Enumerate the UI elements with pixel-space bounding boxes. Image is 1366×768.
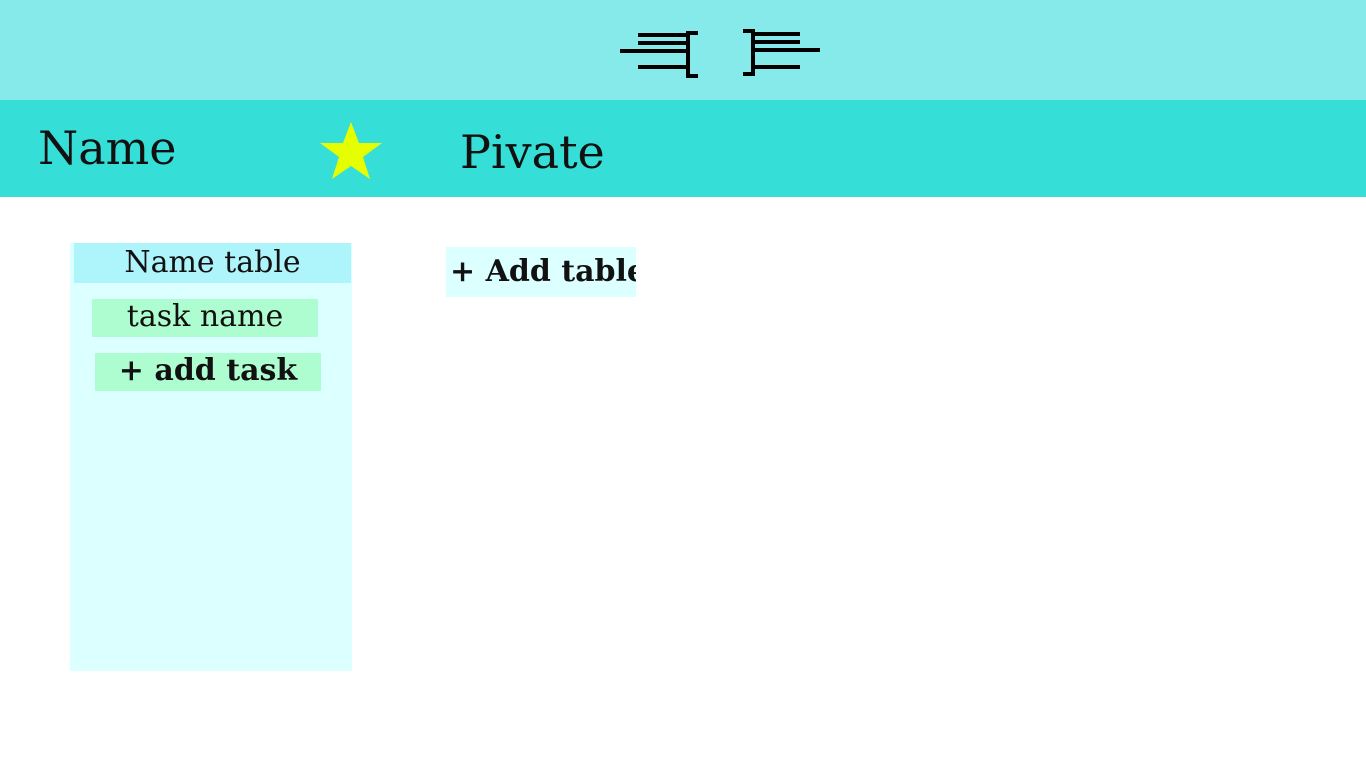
task-card[interactable]: task name bbox=[92, 299, 318, 337]
board-name[interactable]: Name bbox=[38, 118, 177, 178]
board-visibility[interactable]: Pivate bbox=[460, 122, 605, 182]
board-header bbox=[0, 100, 1366, 197]
star-icon[interactable] bbox=[318, 120, 384, 182]
add-table-button[interactable]: + Add table bbox=[446, 247, 636, 297]
add-task-button[interactable]: + add task bbox=[95, 353, 321, 391]
list-title[interactable]: Name table bbox=[74, 243, 351, 283]
brackets-with-speed-lines-icon[interactable] bbox=[618, 28, 823, 80]
list-column: Name table task name + add task bbox=[70, 243, 352, 671]
top-bar bbox=[0, 0, 1366, 100]
